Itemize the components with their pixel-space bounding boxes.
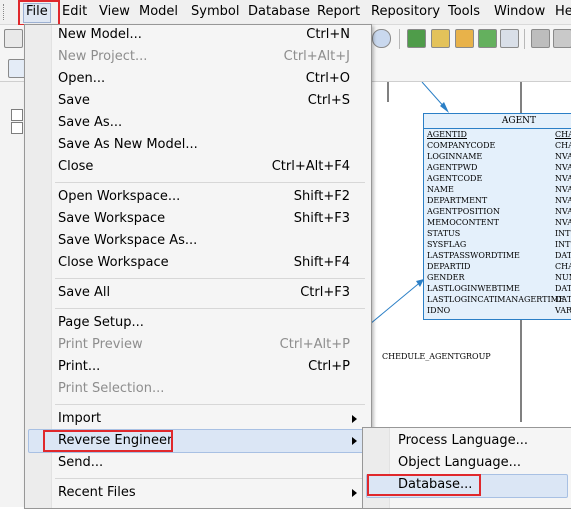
menu-separator [55,308,365,309]
check-icon[interactable] [500,29,519,48]
reverse-engineer-submenu: Process Language... Object Language... D… [362,427,571,509]
menu-separator [55,404,365,405]
menu-symbol[interactable]: Symbol [189,3,241,21]
menu-item-save-as[interactable]: Save As... [58,114,122,132]
menu-separator [55,278,365,279]
entity-column: AGENTID CHA [427,130,571,139]
shortcut-close: Ctrl+Alt+F4 [271,159,350,174]
menu-item-open[interactable]: Open... [58,70,105,88]
shortcut-open-workspace: Shift+F2 [293,189,350,204]
reverse-engineer-highlight [43,430,173,452]
database-icon[interactable] [455,29,474,48]
menu-database[interactable]: Database [246,3,312,21]
menu-item-new-model[interactable]: New Model... [58,26,142,44]
entity-column: MEMOCONTENT NVA [427,218,571,227]
submenu-arrow-icon [352,437,357,445]
model-icon[interactable] [407,29,426,48]
shortcut-save: Ctrl+S [307,93,350,108]
menu-item-open-workspace[interactable]: Open Workspace... [58,188,180,206]
menu-item-print[interactable]: Print... [58,358,100,376]
menu-report[interactable]: Report [315,3,362,21]
entity-title: AGENT [424,114,571,129]
menu-item-print-preview[interactable]: Print Preview [58,336,143,354]
entity-column: AGENTPWD NVA [427,163,571,172]
entity-column: LASTLOGINCATIMANAGERTIME DAT [427,295,571,304]
shortcut-new-model: Ctrl+N [306,27,350,42]
menu-help[interactable]: He [553,3,571,21]
entity-column: COMPANYCODE CHA [427,141,571,150]
menu-item-print-selection[interactable]: Print Selection... [58,380,164,398]
entity-agent[interactable]: AGENT AGENTID CHA COMPANYCODE CHA LOGINNAM… [423,113,571,320]
package-icon[interactable] [431,29,450,48]
menu-item-close[interactable]: Close [58,158,93,176]
menu-bar: File Edit View Model Symbol Database Rep… [0,0,571,25]
entity-column: LASTLOGINWEBTIME DAT [427,284,571,293]
object-browser-panel [0,82,25,507]
menu-item-recent-files[interactable]: Recent Files [58,484,136,502]
menu-window[interactable]: Window [492,3,547,21]
shortcut-new-project: Ctrl+Alt+J [283,49,350,64]
menu-item-save-workspace-as[interactable]: Save Workspace As... [58,232,197,250]
document-icon[interactable] [531,29,550,48]
menu-item-save-workspace[interactable]: Save Workspace [58,210,165,228]
tree-node-icon[interactable] [11,109,23,121]
toolbar-separator [399,29,400,49]
submenu-arrow-icon [352,415,357,423]
grid-icon[interactable] [553,29,571,48]
menu-item-save-as-new-model[interactable]: Save As New Model... [58,136,198,154]
entity-column: DEPARTID CHA [427,262,571,271]
menu-edit[interactable]: Edit [60,3,89,21]
entity-column: IDNO VAR [427,306,571,315]
refresh-icon[interactable] [478,29,497,48]
submenu-item-object-language[interactable]: Object Language... [398,454,521,472]
menu-separator [55,182,365,183]
entity-column: STATUS INT [427,229,571,238]
entity-column: DEPARTMENT NVA [427,196,571,205]
entity-column: NAME NVA [427,185,571,194]
shortcut-close-workspace: Shift+F4 [293,255,350,270]
menubar-grip [3,4,7,20]
entity-column: LOGINNAME NVA [427,152,571,161]
file-menu-highlight [18,0,60,26]
tree-node-icon[interactable] [11,122,23,134]
entity-column: AGENTCODE NVA [427,174,571,183]
menu-item-save-all[interactable]: Save All [58,284,110,302]
menu-item-send[interactable]: Send... [58,454,103,472]
entity-column: AGENTPOSITION NVA [427,207,571,216]
menu-item-page-setup[interactable]: Page Setup... [58,314,144,332]
shortcut-print: Ctrl+P [308,359,350,374]
menu-tools[interactable]: Tools [446,3,482,21]
entity-column: GENDERNUM [427,273,571,282]
shortcut-save-workspace: Shift+F3 [293,211,350,226]
menu-repository[interactable]: Repository [369,3,442,21]
entity-column: LASTPASSWORDTIME DAT [427,251,571,260]
submenu-arrow-icon [352,489,357,497]
menu-view[interactable]: View [97,3,132,21]
menu-item-import[interactable]: Import [58,410,101,428]
relationship-line [370,279,424,325]
submenu-item-process-language[interactable]: Process Language... [398,432,528,450]
shortcut-save-all: Ctrl+F3 [300,285,350,300]
toolbar-separator [524,29,525,49]
menu-item-new-project[interactable]: New Project... [58,48,147,66]
shortcut-open: Ctrl+O [305,71,350,86]
menu-separator [55,478,365,479]
database-item-highlight [367,474,481,496]
menu-item-save[interactable]: Save [58,92,90,110]
relationship-label: CHEDULE_AGENTGROUP [382,352,491,361]
toolbar-icon[interactable] [4,29,23,48]
menu-item-close-workspace[interactable]: Close Workspace [58,254,169,272]
globe-icon[interactable] [372,29,391,48]
entity-column: SYSFLAG INT [427,240,571,249]
shortcut-print-preview: Ctrl+Alt+P [279,337,350,352]
menu-model[interactable]: Model [137,3,180,21]
